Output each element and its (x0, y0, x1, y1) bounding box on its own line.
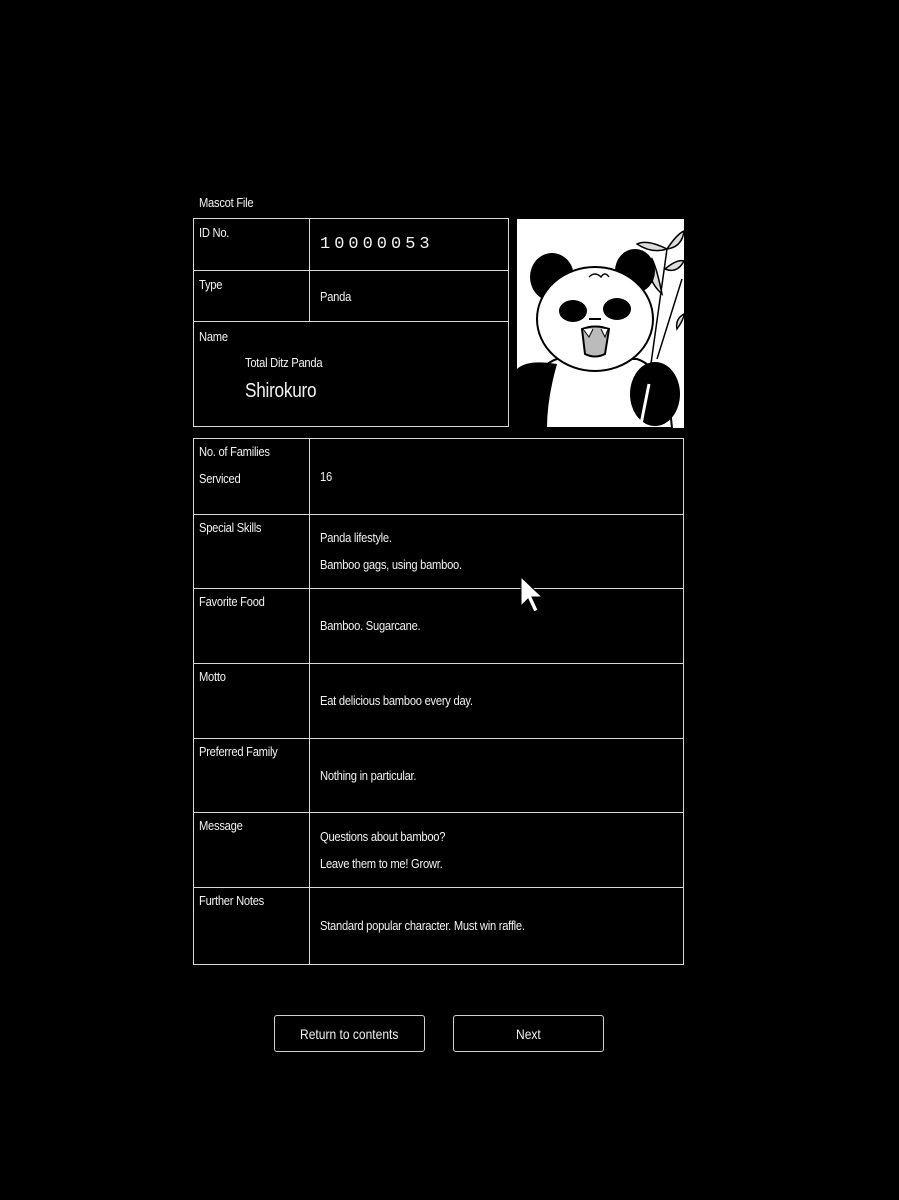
panda-portrait (517, 219, 684, 428)
detail-value: Panda lifestyle. (320, 530, 392, 545)
row-divider (193, 738, 684, 739)
next-label: Next (516, 1025, 541, 1042)
detail-label: Serviced (199, 471, 241, 486)
type-label: Type (199, 277, 223, 292)
row-divider (193, 514, 684, 515)
row-divider (193, 588, 684, 589)
mouse-cursor-icon (520, 576, 544, 613)
detail-label: Favorite Food (199, 594, 265, 609)
id-label: ID No. (199, 225, 230, 240)
name-label: Name (199, 329, 228, 344)
return-to-contents-button[interactable]: Return to contents (274, 1015, 425, 1052)
details-divider (309, 438, 310, 965)
row-divider (193, 887, 684, 888)
name-value: Shirokuro (245, 380, 317, 402)
id-value: 10000053 (320, 235, 434, 254)
panda-icon (517, 219, 684, 428)
detail-label: Special Skills (199, 520, 262, 535)
detail-value: Nothing in particular. (320, 768, 417, 783)
page-title: Mascot File (199, 195, 254, 210)
profile-row-divider (193, 270, 509, 271)
detail-value: Questions about bamboo? (320, 829, 446, 844)
detail-label: Further Notes (199, 893, 264, 908)
detail-label: Motto (199, 669, 226, 684)
detail-value: Bamboo gags, using bamboo. (320, 557, 462, 572)
type-value: Panda (320, 289, 352, 304)
row-divider (193, 812, 684, 813)
detail-value: 16 (320, 469, 332, 484)
return-to-contents-label: Return to contents (300, 1025, 399, 1042)
detail-label: No. of Families (199, 444, 270, 459)
detail-value: Bamboo. Sugarcane. (320, 618, 421, 633)
detail-label: Preferred Family (199, 744, 278, 759)
profile-row-divider (193, 321, 509, 322)
row-divider (193, 663, 684, 664)
next-button[interactable]: Next (453, 1015, 604, 1052)
name-subtitle: Total Ditz Panda (245, 355, 323, 370)
detail-value: Eat delicious bamboo every day. (320, 693, 473, 708)
detail-label: Message (199, 818, 243, 833)
detail-value: Standard popular character. Must win raf… (320, 918, 525, 933)
detail-value: Leave them to me! Growr. (320, 856, 443, 871)
